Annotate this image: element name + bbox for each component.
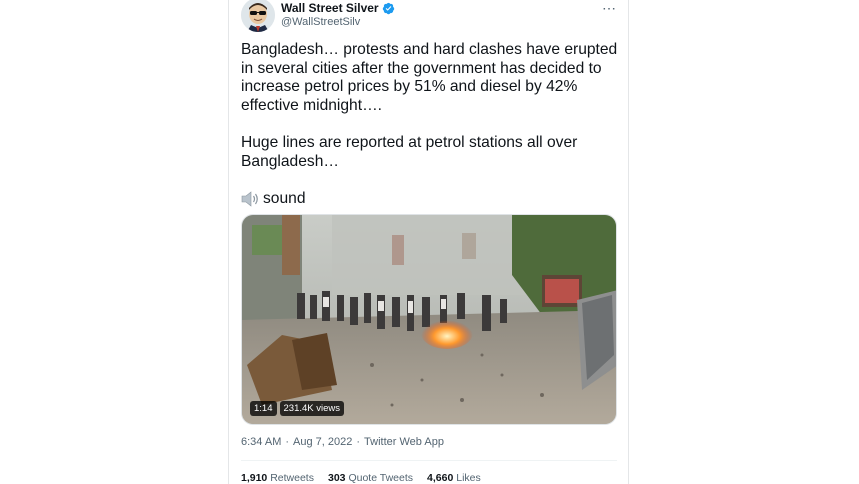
quote-tweets-label: Quote Tweets	[348, 472, 414, 484]
retweets-stat[interactable]: 1,910 Retweets	[241, 472, 314, 484]
tweet-stats: 1,910 Retweets 303 Quote Tweets 4,660 Li…	[241, 472, 481, 484]
tweet-paragraph: Bangladesh… protests and hard clashes ha…	[241, 41, 618, 114]
likes-count: 4,660	[427, 472, 454, 484]
divider	[241, 460, 617, 461]
tweet-date[interactable]: Aug 7, 2022	[293, 436, 352, 448]
video-view-count: 231.4K views	[279, 401, 345, 416]
tweet-paragraph-sound: sound	[241, 190, 619, 209]
separator-dot: ·	[285, 436, 290, 448]
quote-tweets-stat[interactable]: 303 Quote Tweets	[328, 472, 413, 484]
avatar-cartoon-sunglasses-icon	[241, 0, 275, 32]
sound-word: sound	[263, 189, 306, 207]
tweet-source[interactable]: Twitter Web App	[364, 436, 444, 448]
author-handle[interactable]: @WallStreetSilv	[281, 16, 360, 28]
more-options-icon[interactable]: ⋯	[602, 0, 617, 17]
video-thumbnail	[242, 215, 616, 424]
author-name-row[interactable]: Wall Street Silver	[281, 1, 395, 15]
video-player[interactable]: 1:14 231.4K views	[241, 214, 617, 425]
tweet-text: Bangladesh… protests and hard clashes ha…	[241, 41, 619, 227]
tweet-card: Wall Street Silver @WallStreetSilv ⋯ Ban…	[228, 0, 629, 484]
speaker-icon	[241, 191, 258, 207]
separator-dot: ·	[356, 436, 361, 448]
retweets-count: 1,910	[241, 472, 268, 484]
video-badges: 1:14 231.4K views	[250, 401, 345, 416]
video-duration: 1:14	[250, 401, 277, 416]
retweets-label: Retweets	[270, 472, 314, 484]
likes-label: Likes	[456, 472, 481, 484]
tweet-paragraph: Huge lines are reported at petrol statio…	[241, 133, 578, 170]
author-display-name[interactable]: Wall Street Silver	[281, 1, 379, 15]
tweet-header: Wall Street Silver @WallStreetSilv ⋯	[241, 0, 619, 36]
avatar[interactable]	[241, 0, 275, 32]
tweet-timestamp: 6:34 AM · Aug 7, 2022 · Twitter Web App	[241, 436, 444, 448]
verified-badge-icon	[382, 2, 394, 14]
page-background-left	[0, 0, 228, 484]
page-background-right	[629, 0, 859, 484]
tweet-time[interactable]: 6:34 AM	[241, 436, 281, 448]
likes-stat[interactable]: 4,660 Likes	[427, 472, 481, 484]
quote-tweets-count: 303	[327, 472, 346, 484]
